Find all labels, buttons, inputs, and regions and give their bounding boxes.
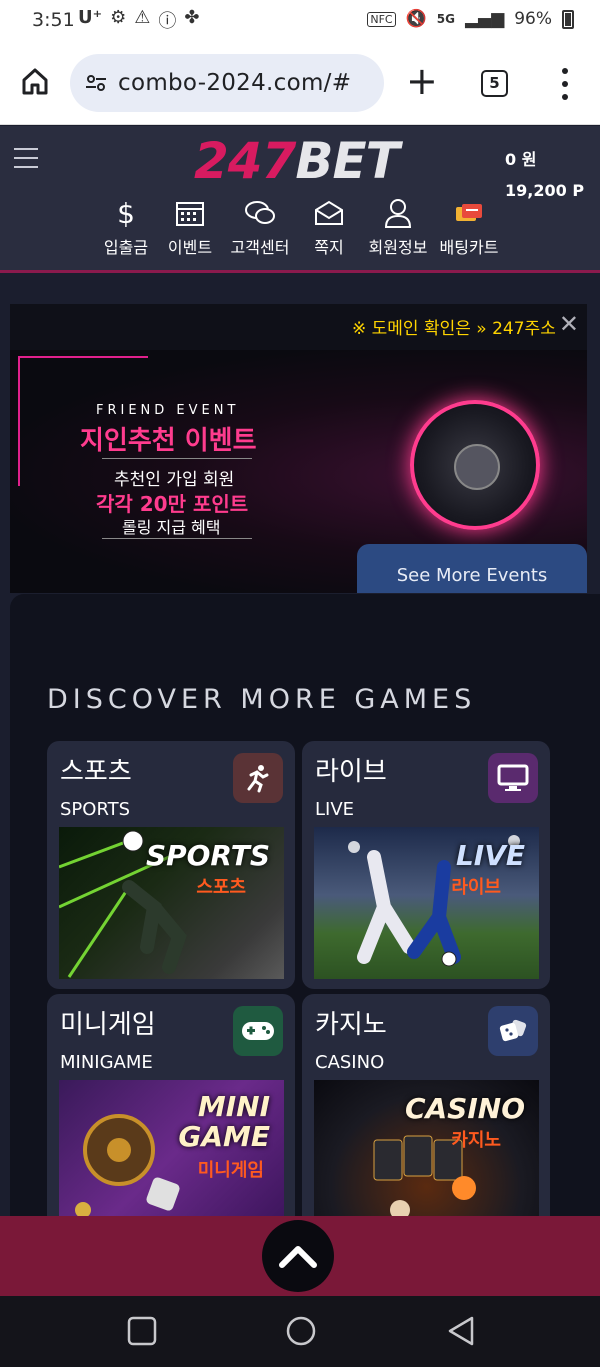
promo-kicker: FRIEND EVENT <box>96 403 240 418</box>
promo-line-2: 각각 20만 포인트 <box>96 492 249 516</box>
battery-percent: 96% <box>514 9 552 29</box>
mute-icon: 🔇 <box>405 9 427 29</box>
balance-points: 19,200 P <box>505 181 585 200</box>
user-icon <box>366 196 430 230</box>
close-icon[interactable]: ✕ <box>559 310 579 338</box>
network-label: 5G <box>436 12 455 26</box>
see-more-events-button[interactable]: See More Events <box>357 544 587 593</box>
dice-icon <box>488 1006 538 1056</box>
game-card-minigame[interactable]: 미니게임 MINIGAME MINI GAME 미니게임 <box>47 994 295 1242</box>
live-thumbnail: LIVE 라이브 <box>314 827 539 979</box>
site-nav: $ 입출금 이벤트 고객센터 쪽지 회원정보 배팅카트 <box>100 196 510 258</box>
status-right: NFC 🔇 5G ▂▄▆ 96% <box>367 9 574 29</box>
site-header: 247BET 0 원 19,200 P $ 입출금 이벤트 고객센터 쪽지 회원… <box>0 126 600 273</box>
site-logo[interactable]: 247BET <box>194 132 400 190</box>
gift-icon: ✤ <box>184 7 200 28</box>
info-icon: ⓘ <box>158 11 177 32</box>
game-card-casino[interactable]: 카지노 CASINO CASINO 카지노 <box>302 994 550 1242</box>
game-card-live[interactable]: 라이브 LIVE LIVE 라이브 <box>302 741 550 989</box>
nav-item-deposit[interactable]: $ 입출금 <box>100 196 152 258</box>
minigame-thumbnail: MINI GAME 미니게임 <box>59 1080 284 1232</box>
calendar-icon <box>164 196 216 230</box>
chevron-up-icon <box>279 1246 317 1268</box>
hamburger-menu-button[interactable] <box>14 148 38 168</box>
games-section-title: DISCOVER MORE GAMES <box>47 684 477 715</box>
status-bar: 3:51 U⁺ ⚙ ⚠ ⓘ ✤ NFC 🔇 5G ▂▄▆ 96% <box>0 0 600 40</box>
promo-title: 지인추천 이벤트 <box>80 426 257 456</box>
nav-item-bet-cart[interactable]: 배팅카트 <box>436 196 502 258</box>
address-bar[interactable]: combo-2024.com/# <box>70 54 384 112</box>
casino-thumbnail: CASINO 카지노 <box>314 1080 539 1232</box>
game-card-sports[interactable]: 스포츠 SPORTS SPORTS 스포츠 <box>47 741 295 989</box>
clock: 3:51 <box>32 9 75 31</box>
dollar-icon: $ <box>117 196 135 230</box>
nav-item-events[interactable]: 이벤트 <box>164 196 216 258</box>
nav-item-messages[interactable]: 쪽지 <box>306 196 352 258</box>
promo-line-1: 추천인 가입 회원 <box>114 470 235 490</box>
warning-icon: ⚠ <box>134 7 151 28</box>
gear-icon: ⚙ <box>110 7 127 28</box>
running-icon <box>233 753 283 803</box>
url-text: combo-2024.com/# <box>118 70 352 96</box>
tab-switcher-button[interactable]: 5 <box>481 70 508 97</box>
nav-item-profile[interactable]: 회원정보 <box>366 196 430 258</box>
more-menu-button[interactable] <box>560 68 570 100</box>
browser-toolbar: combo-2024.com/# + 5 <box>0 40 600 125</box>
carrier-label: U⁺ <box>78 7 103 28</box>
balance-won: 0 원 <box>505 150 537 169</box>
status-icons: U⁺ ⚙ ⚠ ⓘ ✤ <box>78 7 200 33</box>
new-tab-button[interactable]: + <box>406 62 438 100</box>
domain-notice-marquee: ※ 도메인 확인은 » 247주소 <box>352 319 556 339</box>
games-section: DISCOVER MORE GAMES 스포츠 SPORTS SPORTS 스포… <box>10 594 600 1242</box>
recents-button[interactable] <box>127 1316 157 1346</box>
site-settings-icon[interactable] <box>84 71 108 95</box>
scroll-to-top-button[interactable] <box>262 1220 334 1292</box>
battery-icon <box>562 9 574 29</box>
sports-thumbnail: SPORTS 스포츠 <box>59 827 284 979</box>
event-banner: ※ 도메인 확인은 » 247주소 ✕ FRIEND EVENT 지인추천 이벤… <box>10 304 587 593</box>
chat-icon <box>226 196 294 230</box>
signal-icon: ▂▄▆ <box>464 9 505 29</box>
ticket-icon <box>436 196 502 230</box>
monitor-icon <box>488 753 538 803</box>
home-button[interactable] <box>20 66 50 96</box>
system-nav-bar <box>0 1296 600 1367</box>
promo-line-3: 롤링 지급 혜택 <box>122 518 221 537</box>
home-icon <box>22 68 48 95</box>
back-button[interactable] <box>446 1315 476 1347</box>
nav-item-support[interactable]: 고객센터 <box>226 196 294 258</box>
roulette-image <box>410 400 540 530</box>
balance-panel: 0 원 19,200 P <box>505 144 584 206</box>
gamepad-icon <box>233 1006 283 1056</box>
mail-icon <box>306 196 352 230</box>
main-content: ※ 도메인 확인은 » 247주소 ✕ FRIEND EVENT 지인추천 이벤… <box>0 276 600 1242</box>
home-nav-button[interactable] <box>285 1315 317 1347</box>
nfc-icon: NFC <box>367 11 396 27</box>
